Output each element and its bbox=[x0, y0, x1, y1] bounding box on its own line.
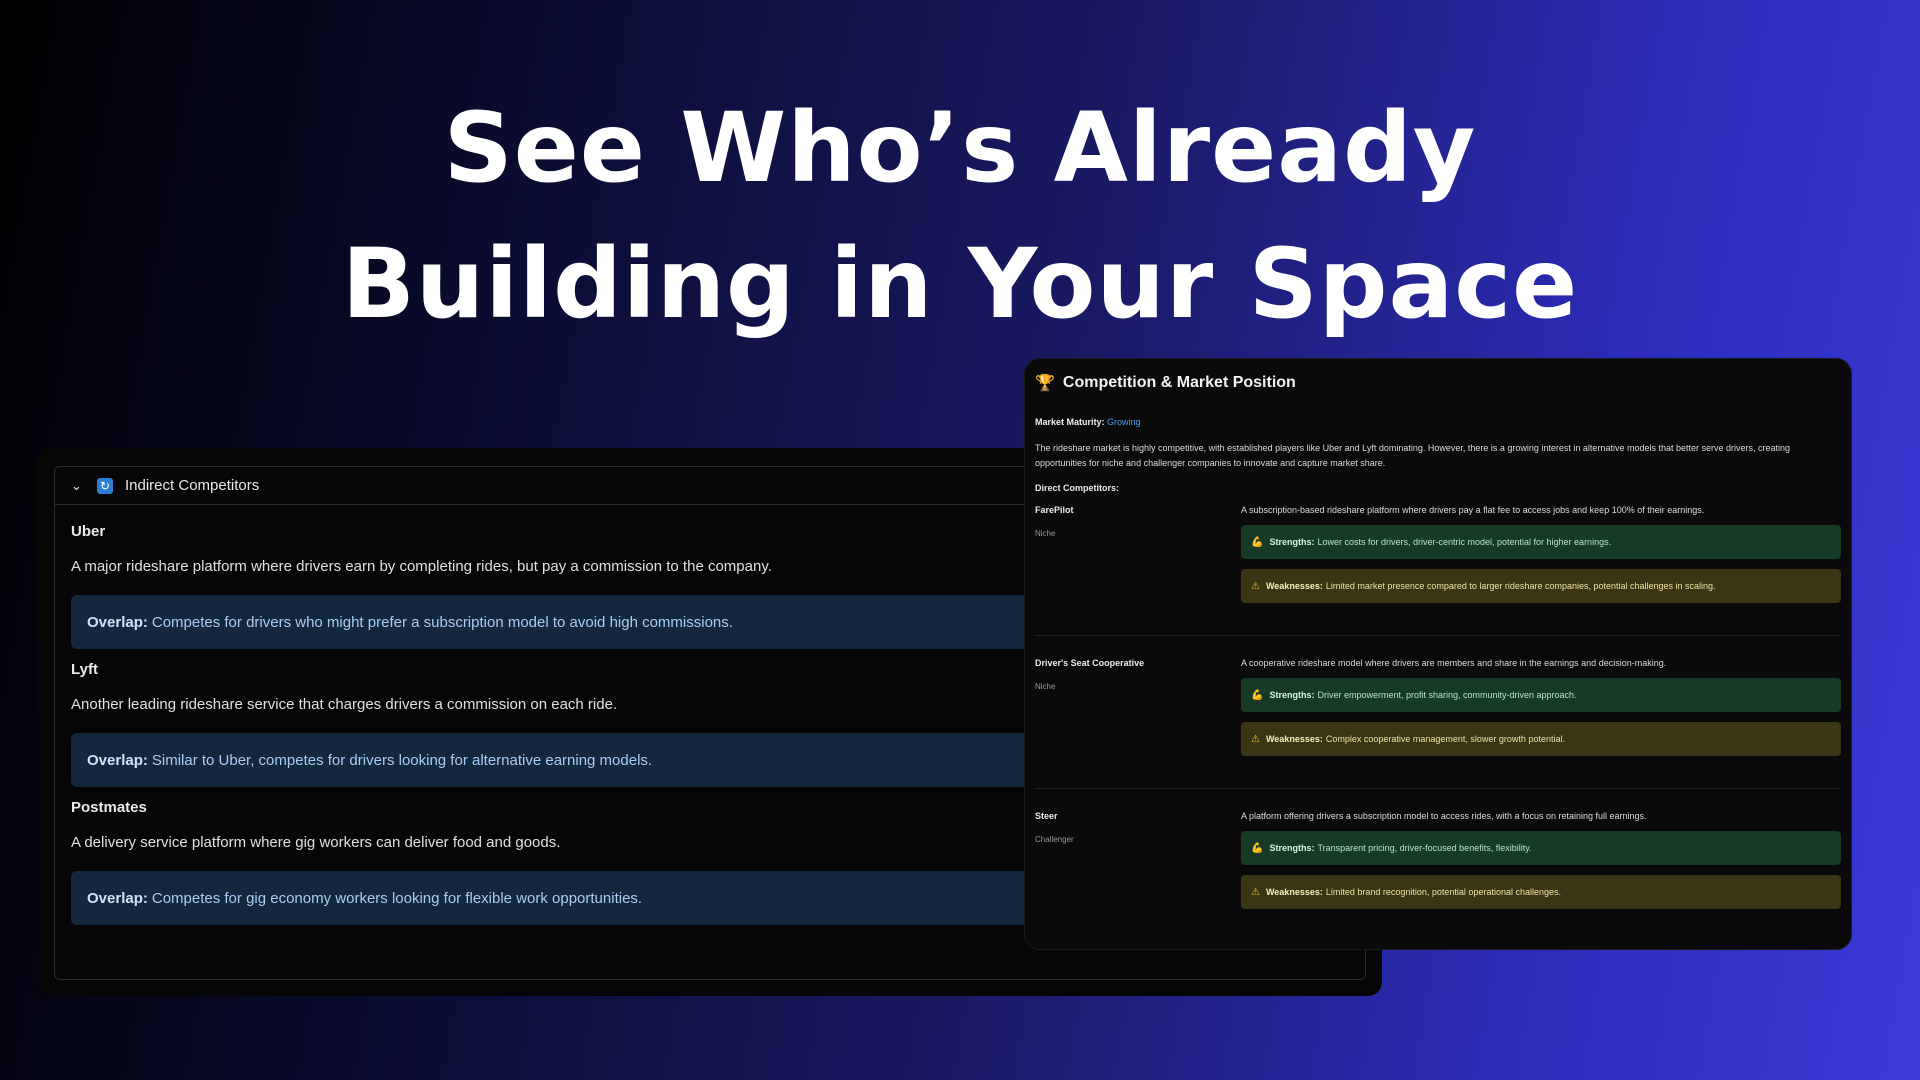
direct-competitor-name: Driver's Seat Cooperative bbox=[1035, 658, 1145, 668]
weaknesses-label: Weaknesses: bbox=[1265, 734, 1323, 744]
strengths-box: 💪 Strengths: Transparent pricing, driver… bbox=[1241, 831, 1841, 865]
chevron-down-icon[interactable]: ⌄ bbox=[71, 478, 85, 494]
flexed-biceps-icon: 💪 bbox=[1251, 842, 1264, 854]
strengths-label: Strengths: bbox=[1269, 843, 1315, 853]
strengths-text: Driver empowerment, profit sharing, comm… bbox=[1317, 690, 1577, 700]
warning-icon: ⚠ bbox=[1251, 886, 1260, 898]
trophy-icon: 🏆 bbox=[1035, 375, 1055, 392]
direct-competitor-row: Driver's Seat Cooperative Niche A cooper… bbox=[1035, 658, 1841, 789]
headline: See Who’s Already Building in Your Space bbox=[0, 80, 1920, 352]
warning-icon: ⚠ bbox=[1251, 580, 1260, 592]
direct-competitor-description: A subscription-based rideshare platform … bbox=[1241, 505, 1705, 515]
strengths-label: Strengths: bbox=[1269, 690, 1315, 700]
overlap-label: Overlap: bbox=[87, 889, 148, 907]
headline-line-1: See Who’s Already bbox=[443, 92, 1477, 204]
strengths-text: Lower costs for drivers, driver-centric … bbox=[1317, 537, 1612, 547]
weaknesses-label: Weaknesses: bbox=[1265, 887, 1323, 897]
overlap-label: Overlap: bbox=[87, 613, 148, 631]
direct-competitor-description: A platform offering drivers a subscripti… bbox=[1241, 811, 1647, 821]
weaknesses-box: ⚠ Weaknesses: Limited market presence co… bbox=[1241, 569, 1841, 603]
direct-competitor-type: Challenger bbox=[1035, 835, 1074, 844]
headline-line-2: Building in Your Space bbox=[341, 228, 1579, 340]
strengths-text: Transparent pricing, driver-focused bene… bbox=[1317, 843, 1532, 853]
competition-title-text: Competition & Market Position bbox=[1062, 374, 1296, 391]
direct-competitor-name: FarePilot bbox=[1035, 505, 1074, 515]
warning-icon: ⚠ bbox=[1251, 733, 1260, 745]
direct-competitor-row: FarePilot Niche A subscription-based rid… bbox=[1035, 505, 1841, 636]
direct-competitor-description: A cooperative rideshare model where driv… bbox=[1241, 658, 1667, 668]
competition-title: 🏆 Competition & Market Position bbox=[1035, 373, 1841, 393]
direct-competitor-name: Steer bbox=[1035, 811, 1058, 821]
market-summary: The rideshare market is highly competiti… bbox=[1035, 443, 1791, 468]
overlap-text: Competes for gig economy workers looking… bbox=[151, 889, 643, 907]
weaknesses-label: Weaknesses: bbox=[1265, 581, 1323, 591]
market-maturity-label: Market Maturity: bbox=[1035, 417, 1105, 427]
direct-competitor-type: Niche bbox=[1035, 529, 1056, 538]
market-maturity: Market Maturity: Growing bbox=[1035, 417, 1841, 427]
weaknesses-box: ⚠ Weaknesses: Limited brand recognition,… bbox=[1241, 875, 1841, 909]
direct-competitor-row: Steer Challenger A platform offering dri… bbox=[1035, 811, 1841, 941]
direct-competitors-label: Direct Competitors: bbox=[1035, 483, 1120, 493]
cycle-icon: ↻ bbox=[97, 477, 113, 494]
overlap-text: Similar to Uber, competes for drivers lo… bbox=[151, 751, 653, 769]
flexed-biceps-icon: 💪 bbox=[1251, 536, 1264, 548]
weaknesses-text: Limited market presence compared to larg… bbox=[1325, 581, 1716, 591]
strengths-box: 💪 Strengths: Driver empowerment, profit … bbox=[1241, 678, 1841, 712]
strengths-box: 💪 Strengths: Lower costs for drivers, dr… bbox=[1241, 525, 1841, 559]
market-maturity-value: Growing bbox=[1107, 417, 1141, 427]
overlap-text: Competes for drivers who might prefer a … bbox=[151, 613, 733, 631]
weaknesses-text: Complex cooperative management, slower g… bbox=[1325, 734, 1565, 744]
flexed-biceps-icon: 💪 bbox=[1251, 689, 1264, 701]
direct-competitor-type: Niche bbox=[1035, 682, 1056, 691]
competition-panel: 🏆 Competition & Market Position Market M… bbox=[1024, 358, 1852, 950]
weaknesses-text: Limited brand recognition, potential ope… bbox=[1325, 887, 1561, 897]
indirect-competitors-title: Indirect Competitors bbox=[125, 477, 260, 494]
weaknesses-box: ⚠ Weaknesses: Complex cooperative manage… bbox=[1241, 722, 1841, 756]
strengths-label: Strengths: bbox=[1269, 537, 1315, 547]
overlap-label: Overlap: bbox=[87, 751, 148, 769]
